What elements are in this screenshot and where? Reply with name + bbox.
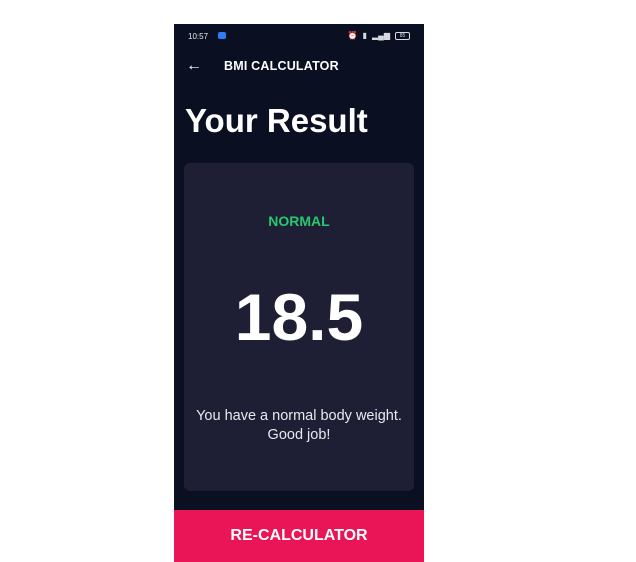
message-icon: [218, 32, 226, 39]
volte-icon: ▮: [362, 31, 368, 40]
status-bar: 10:57 ⏰ ▮ ▂▄▆ 85: [174, 24, 424, 46]
status-icons: ⏰ ▮ ▂▄▆ 85: [348, 31, 410, 40]
app-title: BMI CALCULATOR: [224, 59, 339, 73]
result-card: NORMAL 18.5 You have a normal body weigh…: [184, 163, 414, 491]
recalculate-button[interactable]: RE-CALCULATOR: [174, 510, 424, 562]
app-bar: ← BMI CALCULATOR: [174, 52, 424, 80]
battery-icon: 85: [395, 31, 410, 40]
status-time: 10:57: [188, 32, 209, 41]
signal-icon: ▂▄▆: [372, 31, 390, 40]
bmi-value: 18.5: [234, 280, 364, 354]
result-message: You have a normal body weight. Good job!: [196, 408, 402, 443]
arrow-left-icon[interactable]: ←: [186, 57, 202, 75]
app-screen: 10:57 ⏰ ▮ ▂▄▆ 85 ← BMI CALCULATOR Your R…: [174, 24, 424, 562]
alarm-icon: ⏰: [347, 31, 358, 40]
bmi-status: NORMAL: [268, 213, 330, 229]
page-title: Your Result: [185, 102, 368, 139]
